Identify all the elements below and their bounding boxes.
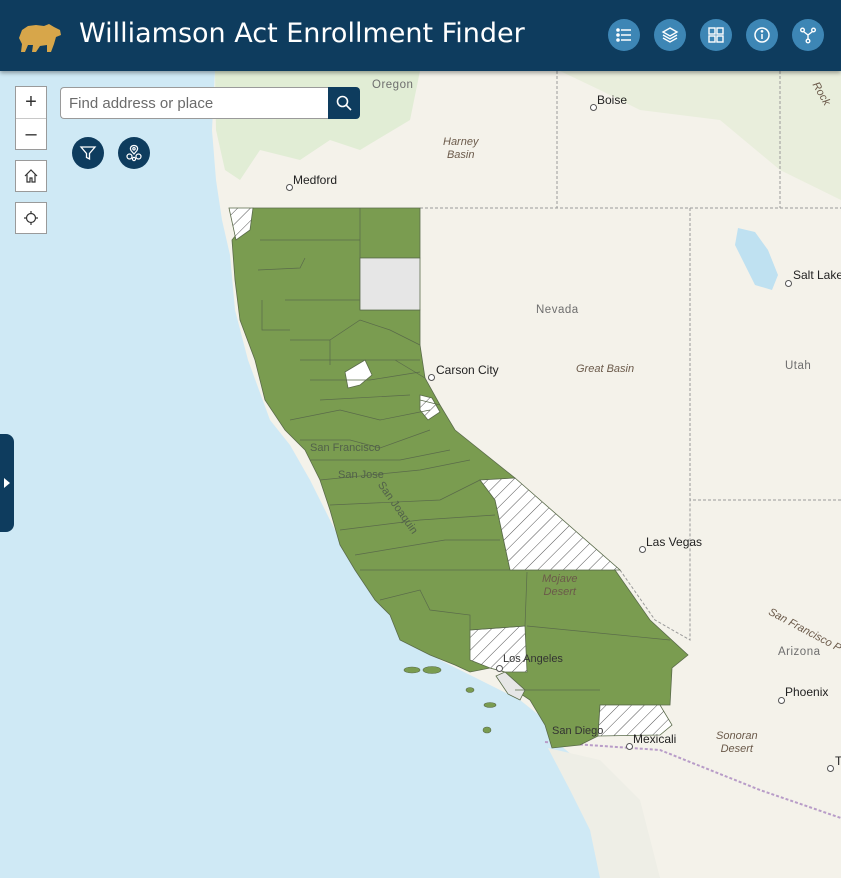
overlay-label-san-francisco: San Francisco [310,442,381,454]
filter-button[interactable] [72,137,104,169]
city-dot [639,546,646,553]
state-label-arizona: Arizona [778,646,821,658]
cluster-icon [126,144,142,162]
app-title: Williamson Act Enrollment Finder [79,18,525,49]
region-label-harney: Harney Basin [443,136,478,161]
expand-arrow-icon [4,478,10,488]
city-dot [626,743,633,750]
list-icon [616,28,631,42]
zoom-controls: + – [15,86,47,150]
state-label-utah: Utah [785,360,812,372]
legend-button[interactable] [608,19,640,51]
info-icon [754,27,770,43]
search-icon [336,95,352,111]
home-button[interactable] [15,160,47,192]
share-button[interactable] [792,19,824,51]
city-dot [428,374,435,381]
side-panel-toggle[interactable] [0,434,14,532]
city-label-salt-lake: Salt Lake [793,268,841,282]
map-canvas[interactable] [0,0,841,878]
region-line: Desert [543,585,576,598]
zoom-in-button[interactable]: + [16,87,46,118]
city-dot [496,665,503,672]
city-label-mexicali: Mexicali [633,732,677,746]
state-label-nevada: Nevada [536,304,579,316]
region-line: Desert [720,742,753,755]
city-dot [827,765,834,772]
city-label-t: T [835,754,841,768]
city-dot [286,184,293,191]
california-bear-logo-icon [19,24,61,52]
region-label-sonoran: Sonoran Desert [716,730,758,755]
state-label-oregon: Oregon [372,79,414,91]
county-no-data[interactable] [359,257,421,311]
city-dot [590,104,597,111]
city-label-las-vegas: Las Vegas [646,535,703,549]
home-icon [24,169,38,183]
layers-icon [661,27,679,43]
locate-button[interactable] [15,202,47,234]
city-label-boise: Boise [597,93,628,107]
zoom-out-button[interactable]: – [16,118,46,150]
search-input[interactable] [60,87,328,119]
about-button[interactable] [746,19,778,51]
search-button[interactable] [328,87,360,119]
region-line: Sonoran [716,730,758,742]
region-line: Harney [443,136,479,148]
city-label-phoenix: Phoenix [785,685,829,699]
share-icon [800,27,816,44]
overlay-label-san-jose: San Jose [338,469,384,481]
grid-icon [708,27,724,43]
city-label-medford: Medford [293,173,338,187]
city-dot [778,697,785,704]
region-line: Basin [446,148,475,161]
overlay-label-san-diego: San Diego [552,725,604,737]
layers-button[interactable] [654,19,686,51]
cluster-button[interactable] [118,137,150,169]
locate-icon [24,211,38,225]
region-label-mojave: Mojave Desert [542,573,577,598]
app-header: Williamson Act Enrollment Finder [0,0,841,71]
overlay-label-los-angeles: Los Angeles [503,653,563,665]
city-label-carson-city: Carson City [436,363,499,377]
region-line: Mojave [542,573,578,585]
region-label-great-basin: Great Basin [576,363,635,375]
city-dot [785,280,792,287]
filter-icon [79,146,97,161]
basemap-button[interactable] [700,19,732,51]
search-widget [60,87,360,119]
